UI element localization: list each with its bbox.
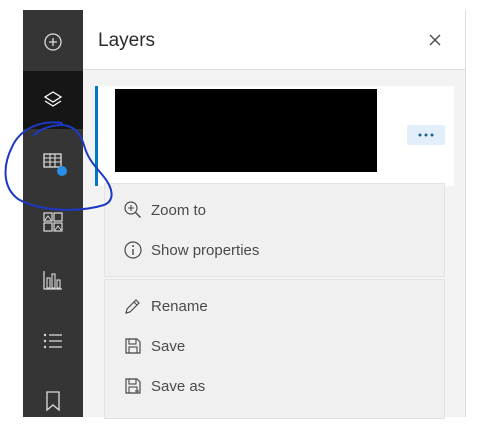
zoom-in-icon	[124, 201, 141, 218]
pencil-icon	[125, 299, 140, 314]
close-button[interactable]	[425, 30, 445, 50]
close-icon	[429, 34, 441, 46]
menu-item-save[interactable]: Save	[123, 334, 185, 358]
layer-item[interactable]	[95, 86, 454, 186]
action-bar	[23, 10, 83, 417]
layer-menu-group-edit: Rename Save Save as	[104, 279, 445, 419]
add-tool[interactable]	[23, 13, 83, 71]
widgets-tool[interactable]	[23, 193, 83, 251]
widgets-icon	[43, 212, 63, 232]
chart-icon	[43, 271, 62, 290]
table-badge	[57, 166, 67, 176]
more-icon	[418, 133, 434, 137]
layers-panel: Layers Zoom to Show properties Rename Sa…	[83, 10, 466, 419]
save-as-icon	[125, 378, 141, 394]
menu-item-label: Show properties	[151, 241, 260, 259]
layer-thumbnail	[115, 89, 377, 172]
menu-item-label: Zoom to	[151, 201, 207, 219]
save-icon	[125, 338, 141, 354]
menu-item-label: Rename	[151, 297, 208, 315]
table-tool[interactable]	[23, 132, 83, 190]
list-tool[interactable]	[23, 312, 83, 370]
menu-item-label: Save	[151, 337, 186, 355]
panel-title: Layers	[98, 30, 156, 51]
menu-item-show-properties[interactable]: Show properties	[123, 238, 259, 262]
menu-item-rename[interactable]: Rename	[123, 294, 208, 318]
menu-item-zoom-to[interactable]: Zoom to	[123, 198, 206, 222]
list-icon	[43, 333, 62, 349]
layer-menu-group-view: Zoom to Show properties	[104, 183, 445, 277]
add-circle-icon	[44, 33, 62, 51]
menu-item-label: Save as	[151, 377, 206, 395]
panel-header: Layers	[83, 10, 465, 70]
bookmark-icon	[46, 391, 60, 412]
layer-options-button[interactable]	[407, 125, 445, 145]
top-bar	[0, 0, 480, 10]
menu-item-save-as[interactable]: Save as	[123, 374, 205, 398]
chart-tool[interactable]	[23, 251, 83, 309]
info-icon	[124, 241, 142, 259]
layers-icon	[43, 91, 63, 107]
bookmark-tool[interactable]	[23, 372, 83, 430]
layers-tool[interactable]	[23, 71, 83, 129]
